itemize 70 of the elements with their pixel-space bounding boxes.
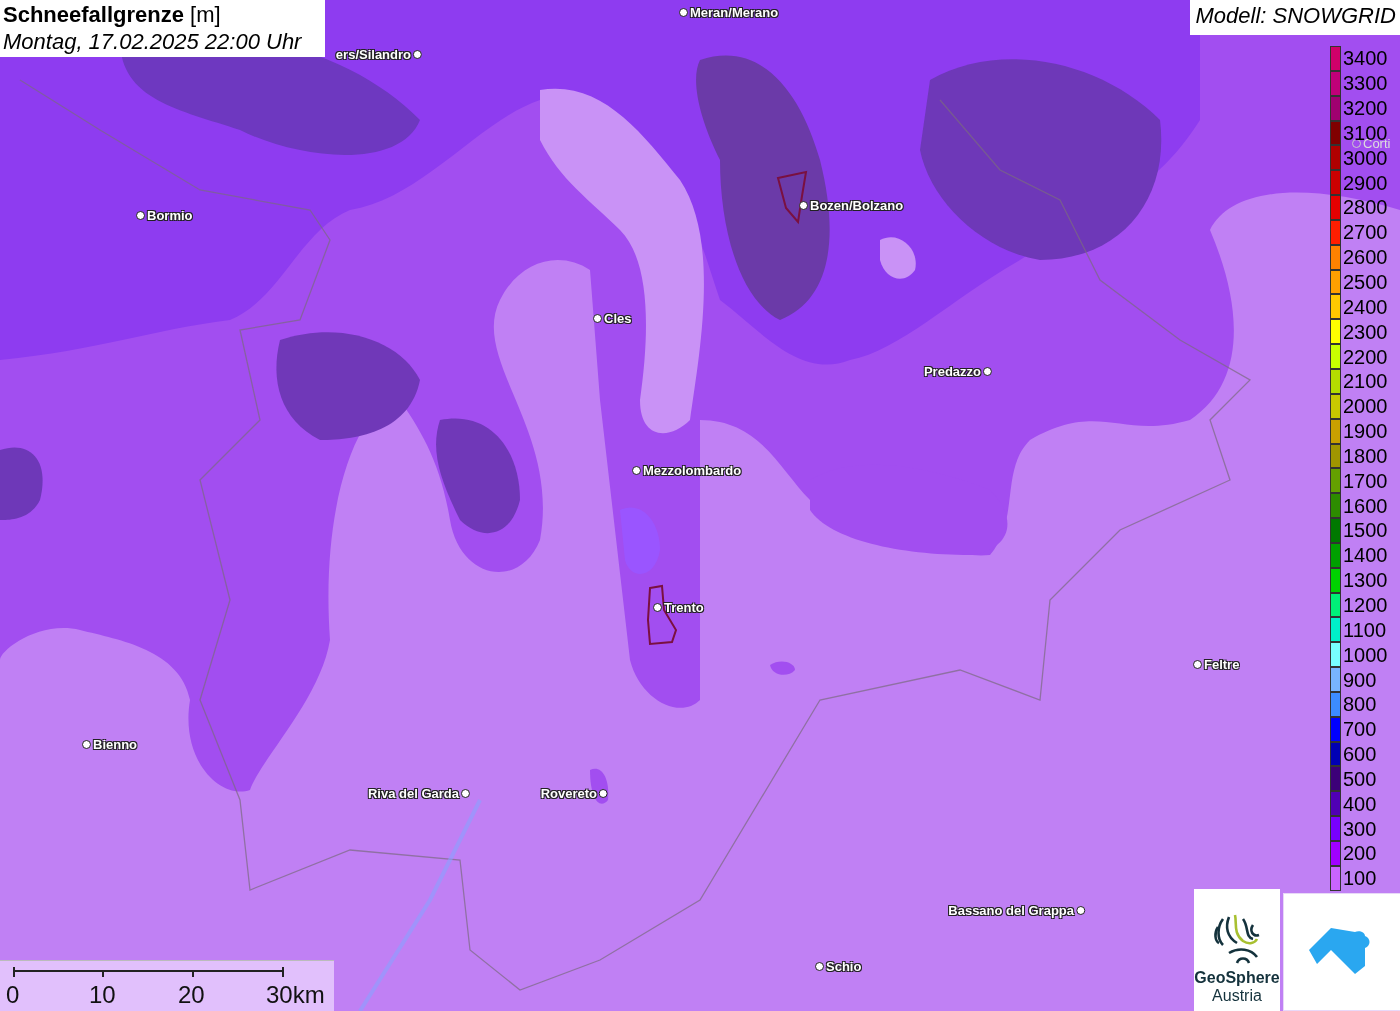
scale-label: 0	[6, 981, 20, 1009]
scale-label: 30km	[266, 981, 325, 1009]
legend-label: 1500	[1343, 520, 1388, 541]
city-label: Mezzolombardo	[643, 462, 742, 478]
city-marker-icon	[815, 961, 824, 971]
city-marker-icon	[593, 313, 602, 323]
city-label: Cles	[604, 310, 632, 326]
city-marker-icon	[461, 788, 470, 798]
legend-label: 800	[1343, 694, 1377, 715]
legend-label: 100	[1343, 868, 1377, 889]
legend-label: 1100	[1343, 619, 1386, 640]
legend-label: 200	[1343, 843, 1377, 864]
legend-label: 2100	[1343, 371, 1388, 392]
city-marker-icon	[82, 739, 91, 749]
city-label: Rovereto	[540, 785, 597, 801]
legend-label: 3000	[1343, 147, 1388, 168]
legend-label: 2300	[1343, 321, 1388, 342]
legend-label: 1800	[1343, 445, 1388, 466]
city-marker-icon	[1076, 905, 1085, 915]
legend-label: 2400	[1343, 296, 1388, 317]
city-marker-icon	[632, 465, 641, 475]
legend-label: 500	[1343, 768, 1377, 789]
logo-text: GeoSphere	[1194, 969, 1280, 987]
city-marker-icon	[679, 7, 688, 17]
legend-label: 1200	[1343, 595, 1388, 615]
model-label: Modell: SNOWGRID	[1195, 3, 1396, 28]
legend-label: 2900	[1343, 172, 1388, 193]
city-label: Bienno	[93, 736, 138, 752]
legend-label: 1300	[1343, 570, 1388, 591]
city-label: Meran/Merano	[690, 4, 779, 20]
city-label: Feltre	[1204, 656, 1240, 672]
legend-label: 3200	[1343, 98, 1388, 119]
chart-title: Schneefallgrenze [m]	[3, 2, 222, 28]
city-marker-icon	[1193, 659, 1202, 669]
city-label: Schio	[826, 958, 862, 974]
legend-label: 2700	[1343, 222, 1388, 243]
legend-label: 3300	[1343, 73, 1388, 94]
legend-label: 2600	[1343, 247, 1388, 268]
city-marker-icon	[413, 49, 422, 59]
scale-label: 20	[178, 981, 205, 1009]
legend-label: 1900	[1343, 421, 1388, 442]
city-marker-icon	[653, 602, 662, 612]
city-marker-icon	[799, 200, 808, 210]
legend-label: 300	[1343, 818, 1377, 839]
legend-label: 1000	[1343, 644, 1388, 665]
city-marker-icon	[599, 788, 608, 798]
legend-label: 1600	[1343, 495, 1388, 516]
timestamp-label: Montag, 17.02.2025 22:00 Uhr	[3, 29, 303, 55]
city-marker-icon	[136, 210, 145, 220]
logo-text: Austria	[1212, 987, 1262, 1005]
legend-label: 1700	[1343, 470, 1388, 491]
legend-label: 700	[1343, 719, 1377, 740]
legend-label: 400	[1343, 793, 1377, 814]
legend-label: 900	[1343, 669, 1377, 690]
legend-label: 2800	[1343, 197, 1388, 218]
scale-label: 10	[89, 981, 116, 1009]
city-marker-icon	[983, 366, 992, 376]
city-label: ers/Silandro	[335, 46, 411, 62]
city-label: Bormio	[147, 207, 193, 223]
legend-label: 1400	[1343, 545, 1388, 566]
city-label: Trento	[664, 599, 704, 615]
city-label: Bassano del Grappa	[948, 902, 1074, 918]
city-label: Predazzo	[923, 363, 981, 379]
legend-label: 3400	[1343, 48, 1388, 69]
legend-label: 2000	[1343, 396, 1388, 417]
city-label: Riva del Garda	[367, 785, 459, 801]
city-label: Bozen/Bolzano	[810, 197, 904, 213]
legend-label: 2200	[1343, 346, 1388, 367]
legend-label: 600	[1343, 744, 1377, 765]
legend-label: 2500	[1343, 272, 1388, 292]
